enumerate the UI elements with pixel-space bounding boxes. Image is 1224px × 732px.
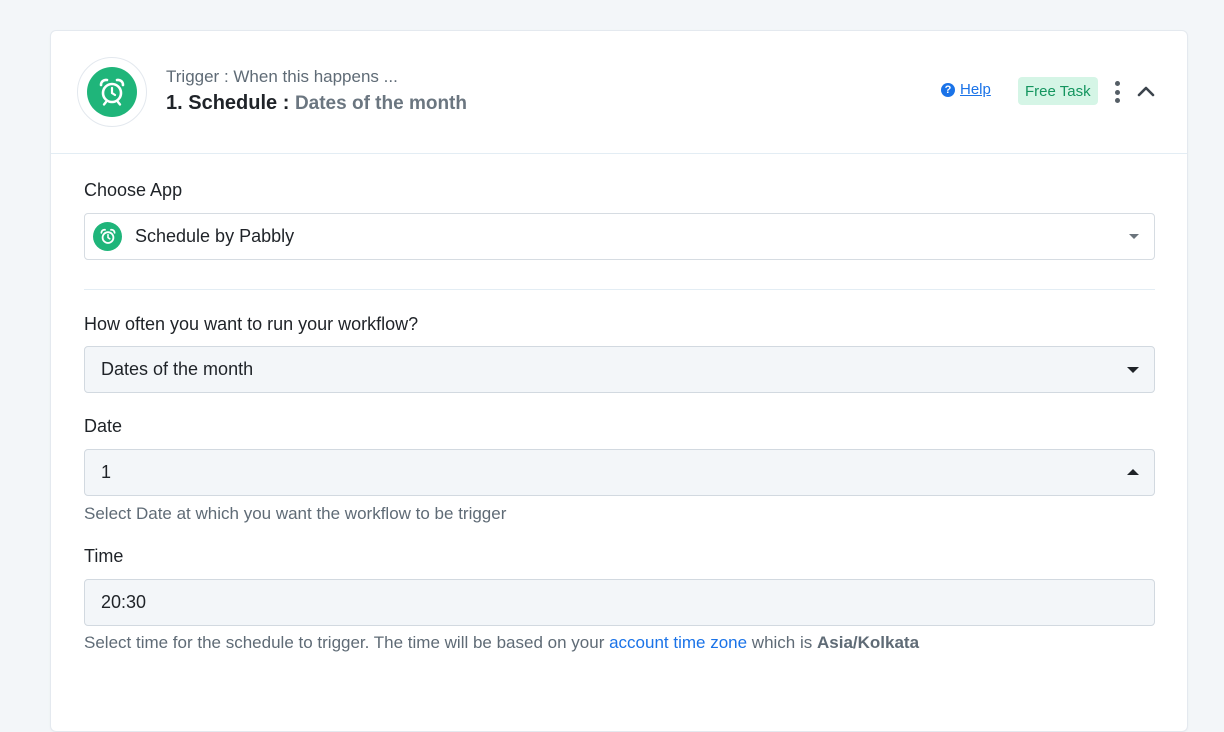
app-logo (77, 57, 147, 127)
frequency-label: How often you want to run your workflow? (84, 314, 419, 334)
dropdown-caret-icon (1127, 367, 1139, 373)
date-label: Date (84, 416, 123, 436)
trigger-step-name: 1. Schedule : (166, 92, 290, 114)
date-select[interactable]: 1 (84, 449, 1155, 496)
time-zone-value: Asia/Kolkata (817, 633, 920, 652)
date-hint: Select Date at which you want the workfl… (84, 504, 507, 523)
trigger-subtitle: Trigger : When this happens ... (166, 67, 398, 86)
time-value: 20:30 (101, 592, 147, 612)
trigger-event-name: Dates of the month (294, 93, 467, 114)
help-link[interactable]: ? Help (941, 81, 991, 98)
dropdown-caret-up-icon (1127, 469, 1139, 475)
frequency-value: Dates of the month (101, 359, 254, 379)
choose-app-select[interactable]: Schedule by Pabbly (84, 213, 1155, 260)
choose-app-value: Schedule by Pabbly (135, 226, 295, 246)
more-options-icon[interactable] (1112, 81, 1122, 103)
trigger-header[interactable]: Trigger : When this happens ... 1. Sched… (51, 31, 1187, 154)
choose-app-label: Choose App (84, 180, 183, 200)
collapse-chevron-up-icon[interactable] (1136, 80, 1156, 102)
frequency-select[interactable]: Dates of the month (84, 346, 1155, 393)
alarm-clock-icon (93, 222, 122, 251)
free-task-badge: Free Task (1018, 77, 1098, 105)
dropdown-caret-icon (1129, 234, 1139, 239)
trigger-card: Trigger : When this happens ... 1. Sched… (50, 30, 1188, 732)
question-circle-icon: ? (941, 82, 955, 97)
trigger-title: 1. Schedule : Dates of the month (166, 92, 467, 115)
time-label: Time (84, 546, 124, 566)
alarm-clock-icon (87, 67, 137, 117)
time-hint-middle: which is (751, 633, 813, 652)
date-value: 1 (101, 462, 112, 482)
time-input[interactable]: 20:30 (84, 579, 1155, 626)
help-label: Help (960, 81, 991, 98)
section-divider (84, 289, 1155, 290)
time-hint: Select time for the schedule to trigger.… (84, 633, 919, 653)
account-time-zone-link[interactable]: account time zone (609, 633, 747, 652)
time-hint-text: Select time for the schedule to trigger.… (84, 633, 605, 652)
